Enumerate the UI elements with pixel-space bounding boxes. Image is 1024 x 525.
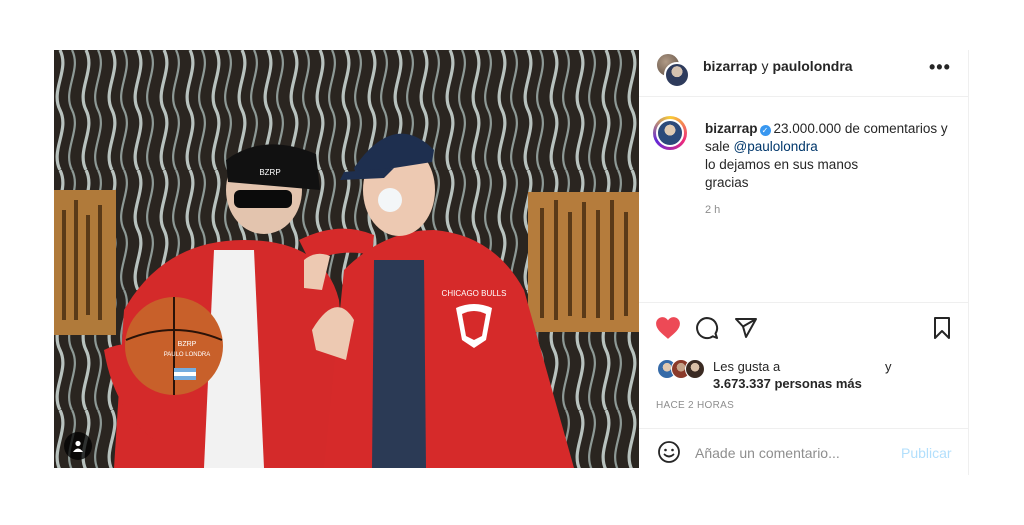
caption-line-2: sale bbox=[705, 139, 730, 154]
header-username-1[interactable]: bizarrap bbox=[703, 58, 757, 74]
header-username-2[interactable]: paulolondra bbox=[772, 58, 852, 74]
collab-users: bizarrap y paulolondra bbox=[703, 58, 853, 74]
comment-row: Publicar bbox=[639, 438, 968, 468]
likes-prefix: Les gusta a bbox=[713, 359, 781, 374]
likes-count[interactable]: 3.673.337 personas más bbox=[713, 376, 862, 391]
liker-avatars[interactable] bbox=[657, 359, 709, 379]
publish-button[interactable]: Publicar bbox=[901, 445, 952, 461]
shirt-text: CHICAGO BULLS bbox=[442, 289, 507, 298]
caption-line-1: 23.000.000 de comentarios y bbox=[773, 121, 948, 136]
comment-input[interactable] bbox=[695, 442, 891, 464]
divider bbox=[639, 428, 968, 429]
header-connector: y bbox=[761, 58, 769, 74]
caption-line-3: lo dejamos en sus manos bbox=[705, 157, 859, 172]
ball-text-2: PAULO LONDRA bbox=[164, 352, 211, 358]
emoji-icon[interactable] bbox=[657, 440, 681, 469]
liker-avatar-3 bbox=[685, 359, 705, 379]
caption-text: bizarrap ✓ 23.000.000 de comentarios y sal… bbox=[705, 120, 957, 192]
collab-avatars[interactable] bbox=[655, 52, 690, 88]
likes-summary: Les gusta a y 3.673.337 personas más bbox=[639, 355, 968, 395]
ball-text-1: BZRP bbox=[178, 341, 197, 348]
heart-icon[interactable] bbox=[655, 316, 681, 345]
caption-avatar[interactable] bbox=[653, 116, 687, 150]
likes-connector: y bbox=[885, 359, 892, 374]
caption-username[interactable]: bizarrap bbox=[705, 121, 758, 136]
verified-badge-icon: ✓ bbox=[759, 125, 771, 136]
post-image[interactable]: BZRP BZRP PAULO LONDRA CHICAGO BULLS bbox=[54, 50, 639, 468]
user-tag-icon[interactable] bbox=[64, 432, 92, 460]
post-header: bizarrap y paulolondra ••• bbox=[639, 50, 968, 97]
acoustic-panel-left bbox=[54, 190, 116, 335]
caption-line-4: gracias bbox=[705, 175, 749, 190]
action-bar bbox=[639, 312, 968, 344]
divider bbox=[639, 302, 968, 303]
likes-text: Les gusta a y 3.673.337 personas más bbox=[713, 358, 953, 392]
comment-icon[interactable] bbox=[695, 316, 719, 345]
basketball bbox=[125, 297, 223, 395]
avatar-paulolondra[interactable] bbox=[664, 62, 690, 88]
cap-logo-text: BZRP bbox=[259, 168, 280, 177]
share-icon[interactable] bbox=[734, 316, 758, 345]
acoustic-panel-right bbox=[528, 192, 639, 332]
bookmark-icon[interactable] bbox=[931, 316, 953, 345]
more-options-icon[interactable]: ••• bbox=[929, 57, 951, 78]
post-time[interactable]: HACE 2 HORAS bbox=[656, 400, 734, 411]
post-side-panel: bizarrap y paulolondra ••• bizarrap ✓ 23.000… bbox=[639, 50, 969, 475]
caption-mention[interactable]: @paulolondra bbox=[734, 139, 818, 154]
caption-time[interactable]: 2 h bbox=[705, 204, 720, 216]
